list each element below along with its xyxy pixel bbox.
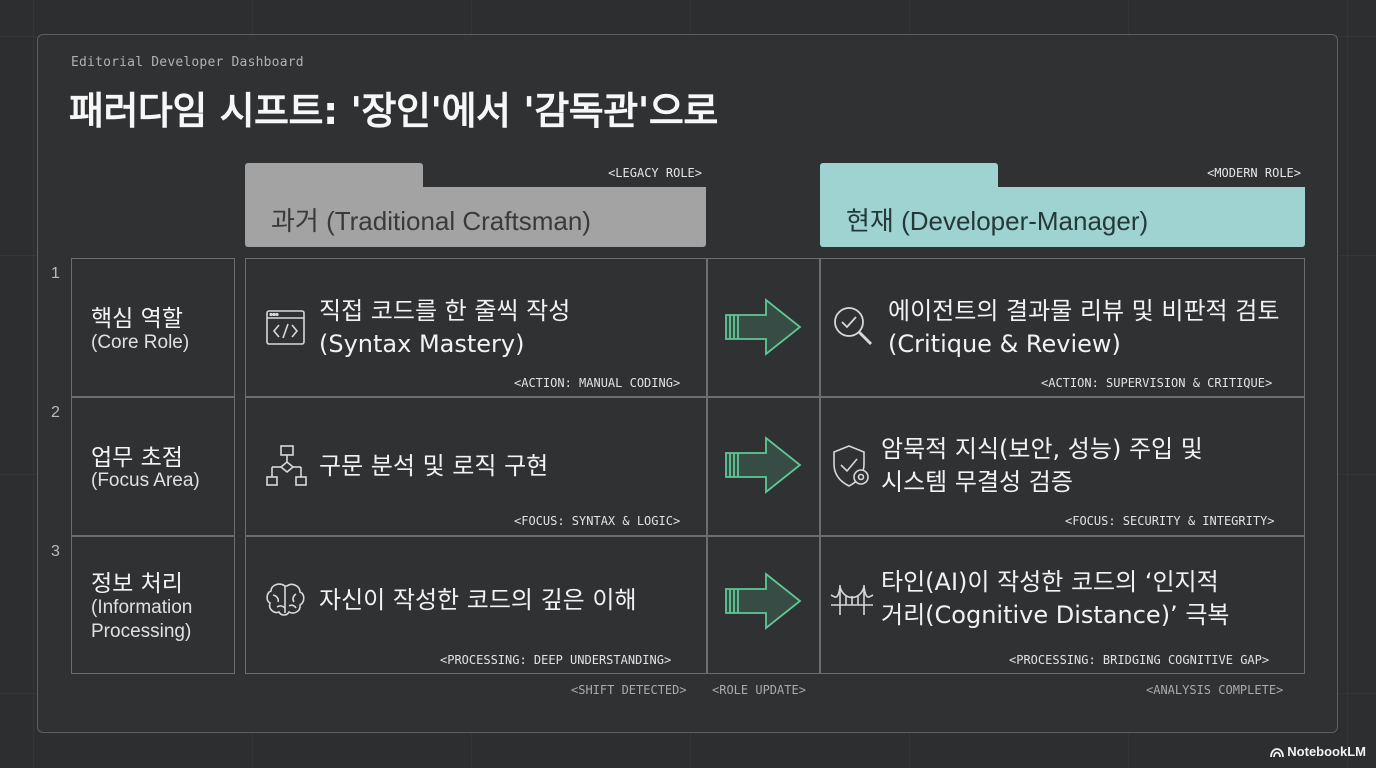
modern-text-line-1: 타인(AI)이 작성한 코드의 ‘인지적: [881, 568, 1219, 596]
brand-label: NotebookLM: [1287, 744, 1366, 759]
modern-text-line-1: 에이전트의 결과물 리뷰 및 비판적 검토: [888, 297, 1280, 325]
legacy-column-label: 과거 (Traditional Craftsman): [271, 206, 591, 236]
right-arrow-icon: [724, 298, 804, 360]
dashboard-subtitle: Editorial Developer Dashboard: [71, 55, 304, 70]
legacy-role-tag: <LEGACY ROLE>: [604, 165, 706, 181]
brand-logo: NotebookLM: [1270, 744, 1366, 759]
legacy-text-line-1: 직접 코드를 한 줄씩 작성: [319, 297, 571, 325]
magnifier-check-icon: [832, 305, 874, 351]
modern-text-line-1: 암묵적 지식(보안, 성능) 주입 및: [881, 435, 1203, 463]
row-number: 1: [51, 265, 60, 282]
modern-column-label: 현재 (Developer-Manager): [846, 206, 1149, 236]
category-label-ko: 업무 초점: [91, 445, 183, 471]
flowchart-icon: [266, 445, 308, 491]
role-update-label: <ROLE UPDATE>: [712, 683, 806, 697]
legacy-text-line-1: 구문 분석 및 로직 구현: [319, 452, 549, 480]
legacy-text-line-1: 자신이 작성한 코드의 깊은 이해: [319, 586, 637, 614]
shield-gear-icon: [831, 444, 873, 492]
category-label-ko: 정보 처리: [91, 571, 183, 597]
row-number: 3: [51, 543, 60, 560]
modern-text-line-2: 시스템 무결성 검증: [881, 468, 1073, 496]
right-arrow-icon: [724, 436, 804, 498]
legacy-code-tag: <PROCESSING: DEEP UNDERSTANDING>: [440, 653, 672, 667]
category-label-ko: 핵심 역할: [91, 306, 183, 332]
analysis-complete-label: <ANALYSIS COMPLETE>: [1146, 683, 1284, 697]
legacy-text-line-2: (Syntax Mastery): [319, 330, 525, 358]
shift-detected-label: <SHIFT DETECTED>: [571, 683, 687, 697]
modern-text-line-2: (Critique & Review): [888, 330, 1121, 358]
legacy-code-tag: <ACTION: MANUAL CODING>: [514, 376, 681, 390]
legacy-folder-tab: [245, 163, 423, 189]
modern-role-tag: <MODERN ROLE>: [1203, 165, 1305, 181]
notebooklm-icon: [1270, 747, 1285, 757]
brain-icon: [265, 582, 307, 622]
right-arrow-icon: [724, 572, 804, 634]
category-label-en: (Focus Area): [91, 470, 200, 491]
modern-code-tag: <PROCESSING: BRIDGING COGNITIVE GAP>: [1009, 653, 1270, 667]
modern-code-tag: <ACTION: SUPERVISION & CRITIQUE>: [1041, 376, 1273, 390]
bridge-icon: [830, 583, 874, 621]
modern-code-tag: <FOCUS: SECURITY & INTEGRITY>: [1065, 514, 1275, 528]
legacy-code-tag: <FOCUS: SYNTAX & LOGIC>: [514, 514, 681, 528]
row-number: 2: [51, 404, 60, 421]
page-title: 패러다임 시프트: '장인'에서 '감독관'으로: [69, 89, 718, 133]
code-window-icon: [266, 310, 306, 350]
category-label-en: (Core Role): [91, 332, 190, 353]
modern-text-line-2: 거리(Cognitive Distance)’ 극복: [881, 601, 1230, 629]
category-label-en: (Information Processing): [91, 597, 193, 642]
modern-folder-tab: [820, 163, 998, 189]
